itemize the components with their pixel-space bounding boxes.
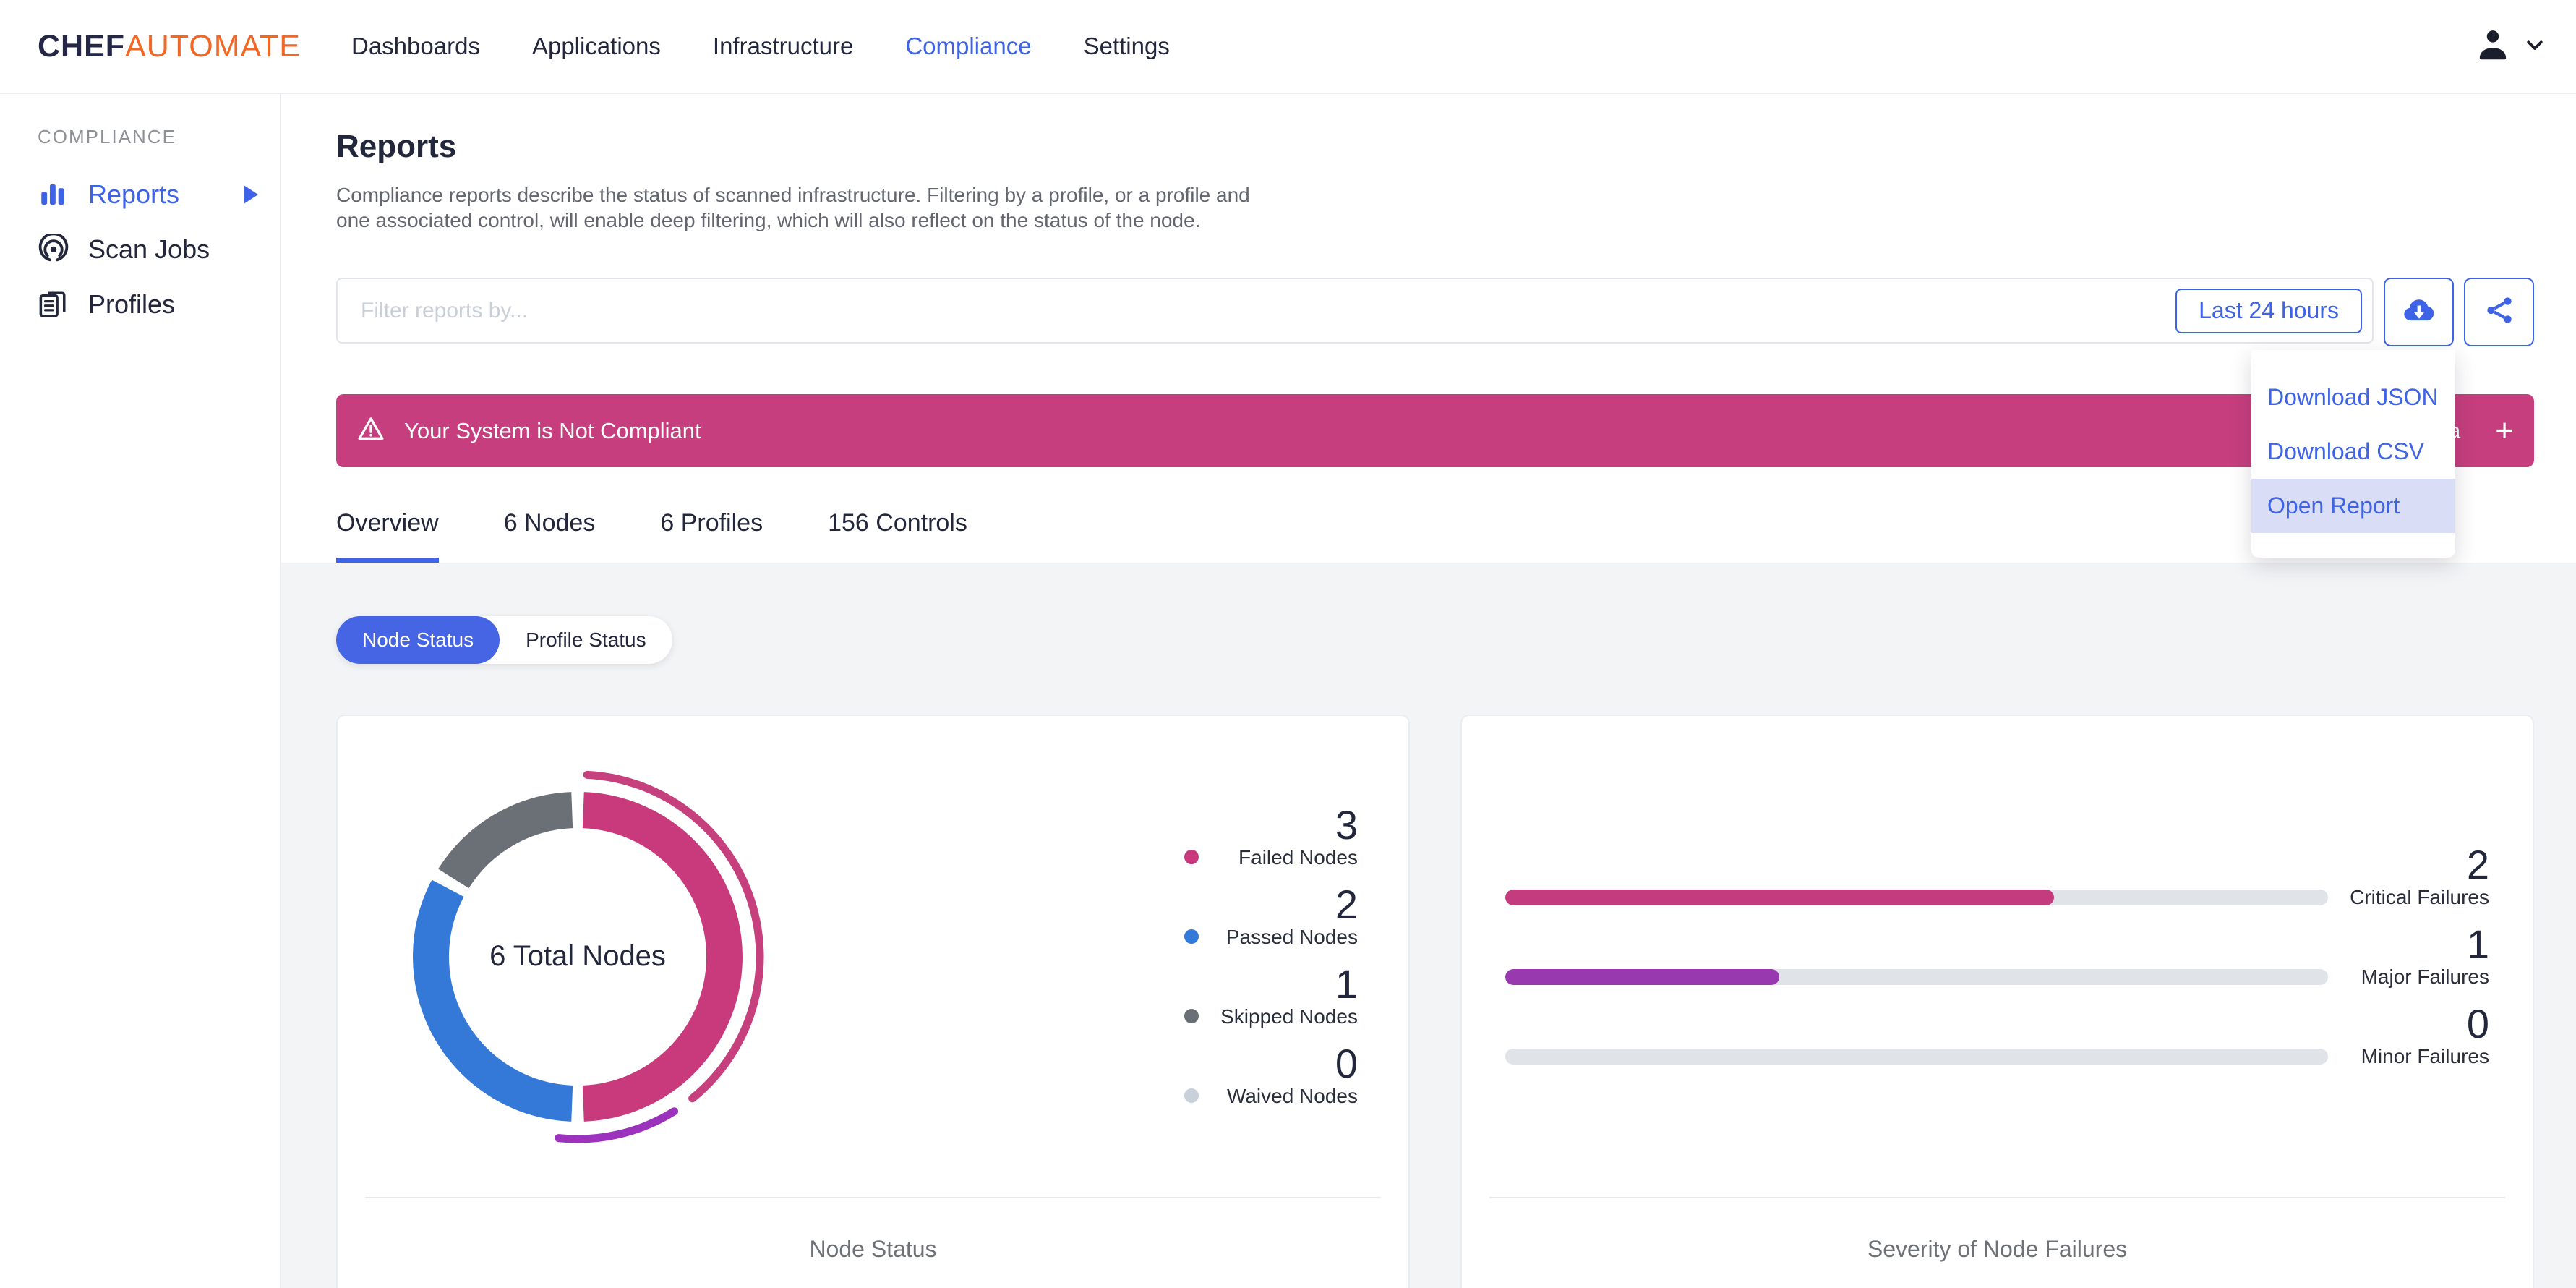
node-status-card: 6 Total Nodes 3 Failed Nodes 2 Passed No… [336, 715, 1410, 1288]
critical-label: Critical Failures [2350, 885, 2489, 908]
sidebar-item-label: Reports [88, 179, 180, 209]
nav-applications[interactable]: Applications [532, 33, 661, 60]
legend-item-waived: 0 Waived Nodes [1184, 1040, 1358, 1109]
submenu-arrow-icon[interactable] [244, 185, 258, 204]
tab-nodes[interactable]: 6 Nodes [504, 509, 596, 563]
status-toggle: Node Status Profile Status [336, 616, 672, 664]
severity-caption: Severity of Node Failures [1489, 1197, 2505, 1263]
sidebar-item-label: Scan Jobs [88, 234, 210, 264]
page-description-line1: Compliance reports describe the status o… [336, 184, 1250, 206]
critical-bar-fill [1505, 889, 2054, 905]
toggle-profile-status[interactable]: Profile Status [500, 616, 672, 664]
plus-icon[interactable]: + [2495, 414, 2514, 447]
filter-row: Filter reports by... Last 24 hours Downl… [336, 278, 2534, 558]
passed-dot-icon [1184, 929, 1199, 944]
node-status-caption: Node Status [365, 1197, 1381, 1263]
legend-item-passed: 2 Passed Nodes [1184, 884, 1358, 950]
tab-controls[interactable]: 156 Controls [828, 509, 967, 563]
node-status-legend: 3 Failed Nodes 2 Passed Nodes 1 Skipped … [1184, 801, 1358, 1109]
major-count: 1 [2466, 921, 2489, 967]
severity-row-critical: 2 Critical Failures [1505, 841, 2489, 910]
minor-count: 0 [2466, 1000, 2489, 1046]
cloud-download-icon [2400, 291, 2438, 333]
logo-chef: CHEF [38, 28, 126, 64]
failed-label: Failed Nodes [1238, 845, 1358, 869]
donut-center-label: 6 Total Nodes [489, 940, 666, 972]
radar-icon [38, 234, 71, 265]
skipped-dot-icon [1184, 1008, 1199, 1023]
toggle-node-status[interactable]: Node Status [336, 616, 500, 664]
not-compliant-banner: Your System is Not Compliant ta + [336, 394, 2534, 467]
download-menu: Download JSON Download CSV Open Report [2251, 350, 2455, 558]
legend-item-skipped: 1 Skipped Nodes [1184, 960, 1358, 1029]
menu-item-open-report[interactable]: Open Report [2251, 479, 2455, 533]
logo-automate: AUTOMATE [125, 28, 301, 64]
page-description-line2: one associated control, will enable deep… [336, 209, 1201, 231]
filter-input[interactable]: Filter reports by... Last 24 hours [336, 278, 2374, 344]
sidebar-item-reports[interactable]: Reports [0, 167, 280, 222]
time-range-button[interactable]: Last 24 hours [2175, 288, 2362, 333]
sidebar-item-label: Profiles [88, 289, 176, 319]
user-menu[interactable] [2472, 24, 2576, 69]
minor-bar-track [1505, 1048, 2328, 1065]
profiles-icon [38, 289, 71, 320]
chevron-down-icon [2524, 34, 2546, 59]
warning-icon [356, 414, 385, 447]
nav-compliance[interactable]: Compliance [905, 33, 1031, 60]
report-tabs: Overview 6 Nodes 6 Profiles 156 Controls [336, 509, 2534, 563]
legend-item-failed: 3 Failed Nodes [1184, 801, 1358, 870]
compliance-sidebar: COMPLIANCE Reports Scan Jobs Profiles [0, 94, 281, 1288]
failed-dot-icon [1184, 849, 1199, 864]
banner-message: Your System is Not Compliant [404, 417, 701, 443]
severity-bars: 2 Critical Failures 1 Major Failures 0 M… [1462, 716, 2533, 1197]
node-status-donut: 6 Total Nodes [382, 762, 773, 1152]
skipped-count: 1 [1335, 960, 1358, 1007]
passed-count: 2 [1335, 881, 1358, 927]
top-header: CHEFAUTOMATE Dashboards Applications Inf… [0, 0, 2576, 94]
app-window: CHEFAUTOMATE Dashboards Applications Inf… [0, 0, 2576, 1288]
page-title: Reports [336, 129, 457, 164]
waived-label: Waived Nodes [1226, 1084, 1358, 1107]
nav-infrastructure[interactable]: Infrastructure [713, 33, 853, 60]
severity-card: 2 Critical Failures 1 Major Failures 0 M… [1460, 715, 2534, 1288]
skipped-label: Skipped Nodes [1220, 1005, 1358, 1028]
chef-automate-logo[interactable]: CHEFAUTOMATE [38, 29, 301, 64]
passed-label: Passed Nodes [1225, 925, 1358, 948]
minor-label: Minor Failures [2361, 1044, 2489, 1067]
nav-settings[interactable]: Settings [1084, 33, 1170, 60]
nav-dashboards[interactable]: Dashboards [351, 33, 480, 60]
failed-count: 3 [1335, 801, 1358, 848]
tab-profiles[interactable]: 6 Profiles [660, 509, 763, 563]
reports-header-section: Reports Compliance reports describe the … [281, 94, 2576, 563]
page-description: Compliance reports describe the status o… [336, 182, 2534, 233]
menu-item-download-csv[interactable]: Download CSV [2251, 425, 2455, 479]
filter-placeholder: Filter reports by... [361, 298, 529, 323]
major-bar-track [1505, 968, 2328, 985]
share-button[interactable] [2464, 278, 2534, 346]
download-button[interactable] [2384, 278, 2454, 346]
bar-chart-icon [38, 179, 71, 210]
share-icon [2483, 294, 2516, 330]
sidebar-item-profiles[interactable]: Profiles [0, 277, 280, 332]
major-label: Major Failures [2361, 965, 2489, 988]
menu-item-download-json[interactable]: Download JSON [2251, 370, 2455, 425]
severity-row-major: 1 Major Failures [1505, 924, 2489, 989]
top-navigation: Dashboards Applications Infrastructure C… [351, 33, 1170, 60]
sidebar-section-label: COMPLIANCE [38, 126, 176, 148]
tab-overview[interactable]: Overview [336, 509, 439, 563]
sidebar-item-scan-jobs[interactable]: Scan Jobs [0, 222, 280, 277]
waived-dot-icon [1184, 1088, 1199, 1103]
major-bar-fill [1505, 968, 1780, 985]
waived-count: 0 [1335, 1040, 1358, 1086]
overview-content: Node Status Profile Status 6 Total Nodes [281, 563, 2576, 1288]
critical-count: 2 [2466, 841, 2489, 887]
critical-bar-track [1505, 889, 2328, 905]
severity-row-minor: 0 Minor Failures [1505, 1000, 2489, 1069]
user-icon [2472, 24, 2514, 69]
